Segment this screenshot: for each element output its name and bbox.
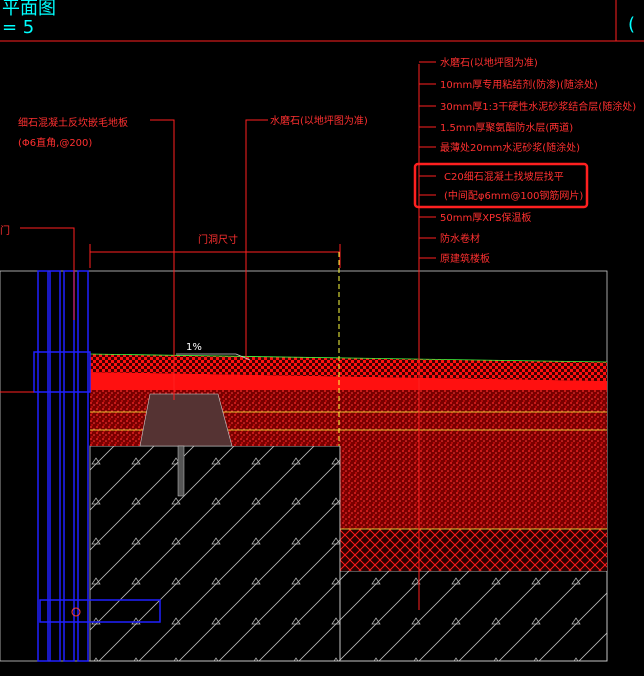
concrete-slab-right — [339, 570, 608, 662]
layer-label: 防水卷材 — [440, 232, 480, 245]
screed-layer — [340, 446, 607, 529]
layer-label: 水磨石(以地坪图为准) — [440, 56, 538, 69]
corner-fragment: ( — [628, 14, 635, 35]
mid-note: 水磨石(以地坪图为准) — [270, 114, 368, 127]
layer-label: 原建筑楼板 — [440, 252, 490, 265]
layer-label: 50mm厚XPS保温板 — [440, 211, 531, 224]
layer-label: 10mm厚专用粘结剂(防渗)(随涂处) — [440, 78, 598, 91]
layer-label: 1.5mm厚聚氨酯防水层(两道) — [440, 121, 573, 134]
screw-icon — [71, 607, 81, 617]
left-note-line2: (Φ6直角,@200) — [18, 136, 92, 149]
layer-label: 30mm厚1:3干硬性水泥砂浆结合层(随涂处) — [440, 100, 636, 113]
slope-text: 1% — [186, 342, 202, 353]
drawing-canvas: 平面图 = 5 ( 门 细石混凝土反坎嵌毛地板 (Φ6直角,@200) 水磨石(… — [0, 0, 644, 662]
layer-ticks — [419, 61, 436, 259]
anchor-bar — [177, 445, 185, 497]
concrete-slab-left — [89, 445, 341, 662]
door-dim-text: 门洞尺寸 — [198, 233, 238, 246]
layer-label: (中间配φ6mm@100钢筋网片) — [444, 189, 583, 202]
drawing-scale: = 5 — [2, 17, 34, 38]
layer-label: C20细石混凝土找坡层找平 — [444, 170, 564, 183]
xps-layer — [340, 529, 607, 571]
mid-note-leader — [245, 119, 268, 360]
door-label: 门 — [0, 224, 10, 237]
upstand-kerb — [139, 393, 233, 447]
layer-label: 最薄处20mm水泥砂浆(随涂处) — [440, 141, 580, 154]
left-note-line1: 细石混凝土反坎嵌毛地板 — [18, 116, 128, 129]
door-leader — [20, 227, 75, 320]
layer-labels: 水磨石(以地坪图为准) 10mm厚专用粘结剂(防渗)(随涂处) 30mm厚1:3干硬… — [440, 56, 636, 265]
